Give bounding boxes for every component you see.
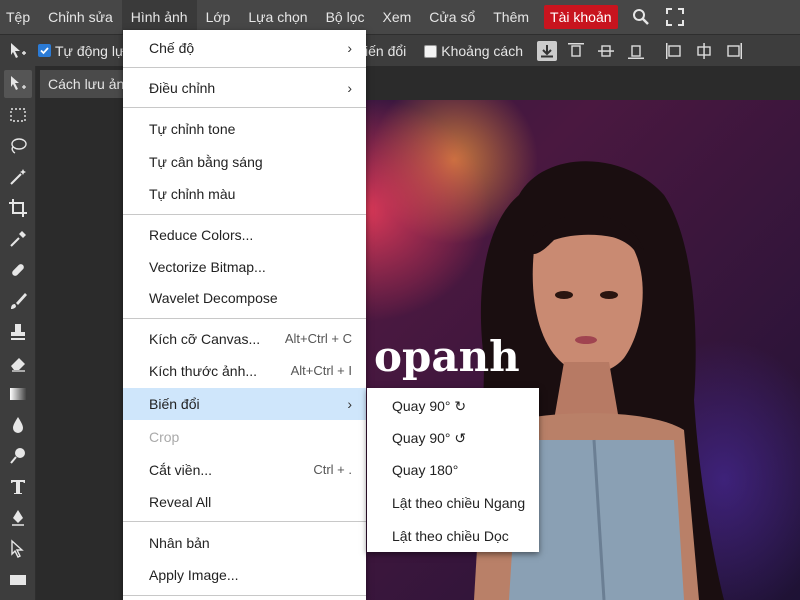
lasso-tool-icon[interactable] bbox=[4, 132, 32, 160]
distance-label: Khoảng cách bbox=[441, 43, 523, 59]
menu-item-duplicate[interactable]: Nhân bản bbox=[123, 527, 366, 559]
menu-item-shortcut: Ctrl + . bbox=[313, 462, 352, 477]
align-left-icon[interactable] bbox=[663, 40, 685, 62]
marquee-tool-icon[interactable] bbox=[4, 101, 32, 129]
menu-window[interactable]: Cửa sổ bbox=[420, 0, 484, 34]
shape-tool-icon[interactable] bbox=[4, 566, 32, 594]
menu-item-trim[interactable]: Cắt viền... Ctrl + . bbox=[123, 454, 366, 486]
menu-item-canvas-size[interactable]: Kích cỡ Canvas... Alt+Ctrl + C bbox=[123, 323, 366, 355]
healing-tool-icon[interactable] bbox=[4, 256, 32, 284]
fullscreen-icon[interactable] bbox=[664, 6, 686, 28]
menu-divider bbox=[123, 214, 366, 215]
menu-edit[interactable]: Chỉnh sửa bbox=[39, 0, 122, 34]
menu-item-apply-image[interactable]: Apply Image... bbox=[123, 559, 366, 591]
align-bottom-icon[interactable] bbox=[625, 40, 647, 62]
menu-layer[interactable]: Lớp bbox=[197, 0, 240, 34]
transform-submenu: Quay 90° ↻ Quay 90° ↺ Quay 180° Lật theo… bbox=[367, 388, 539, 552]
menu-item-auto-color[interactable]: Tự chỉnh màu bbox=[123, 178, 366, 210]
menu-divider bbox=[123, 107, 366, 108]
auto-select-label: Tự động lựa bbox=[55, 42, 133, 59]
menu-divider bbox=[123, 521, 366, 522]
menu-file[interactable]: Tệp bbox=[0, 0, 39, 34]
image-menu-dropdown: Chế độ › Điều chỉnh › Tự chỉnh tone Tự c… bbox=[123, 30, 366, 600]
menu-item-label: Reduce Colors... bbox=[149, 227, 254, 243]
pen-tool-icon[interactable] bbox=[4, 504, 32, 532]
dodge-tool-icon[interactable] bbox=[4, 442, 32, 470]
menu-item-label: Reveal All bbox=[149, 494, 212, 510]
align-right-icon[interactable] bbox=[723, 40, 745, 62]
menu-more[interactable]: Thêm bbox=[484, 0, 538, 34]
menu-item-reveal-all[interactable]: Reveal All bbox=[123, 486, 366, 518]
menu-bar: Tệp Chỉnh sửa Hình ảnh Lớp Lựa chọn Bộ l… bbox=[0, 0, 800, 34]
submenu-flip-vertical[interactable]: Lật theo chiều Dọc bbox=[367, 520, 539, 552]
menu-item-mode[interactable]: Chế độ › bbox=[123, 32, 366, 64]
menu-select[interactable]: Lựa chọn bbox=[239, 0, 316, 34]
menu-filter[interactable]: Bộ lọc bbox=[317, 0, 374, 34]
submenu-flip-horizontal[interactable]: Lật theo chiều Ngang bbox=[367, 487, 539, 519]
submenu-rotate-180[interactable]: Quay 180° bbox=[367, 454, 539, 486]
menu-item-label: Wavelet Decompose bbox=[149, 290, 278, 306]
brush-tool-icon[interactable] bbox=[4, 287, 32, 315]
chevron-right-icon: › bbox=[347, 396, 352, 412]
menu-item-auto-tone[interactable]: Tự chỉnh tone bbox=[123, 113, 366, 145]
chevron-right-icon: › bbox=[347, 80, 352, 96]
menu-divider bbox=[123, 595, 366, 596]
menu-divider bbox=[123, 67, 366, 68]
transform-controls-label: iến đổi bbox=[365, 43, 407, 59]
menu-item-label: Tự chỉnh tone bbox=[149, 121, 236, 137]
search-icon[interactable] bbox=[630, 6, 652, 28]
menu-item-label: Điều chỉnh bbox=[149, 80, 216, 96]
account-button[interactable]: Tài khoản bbox=[544, 5, 618, 29]
menu-item-adjustments[interactable]: Điều chỉnh › bbox=[123, 72, 366, 104]
menu-item-label: Kích thước ảnh... bbox=[149, 363, 258, 379]
menu-item-reduce-colors[interactable]: Reduce Colors... bbox=[123, 219, 366, 251]
menu-item-wavelet-decompose[interactable]: Wavelet Decompose bbox=[123, 282, 366, 314]
menu-item-shortcut: Alt+Ctrl + I bbox=[290, 363, 352, 378]
submenu-rotate-90-ccw[interactable]: Quay 90° ↺ bbox=[367, 422, 539, 454]
menu-item-vectorize-bitmap[interactable]: Vectorize Bitmap... bbox=[123, 251, 366, 283]
menu-view[interactable]: Xem bbox=[373, 0, 420, 34]
menu-item-label: Biến đổi bbox=[149, 396, 200, 412]
menu-item-auto-contrast[interactable]: Tự cân bằng sáng bbox=[123, 146, 366, 178]
menu-item-label: Tự chỉnh màu bbox=[149, 186, 236, 202]
menu-item-label: Apply Image... bbox=[149, 567, 239, 583]
menu-item-transform[interactable]: Biến đổi › bbox=[123, 388, 366, 420]
menu-divider bbox=[123, 318, 366, 319]
menu-item-label: Vectorize Bitmap... bbox=[149, 259, 266, 275]
align-middle-icon[interactable] bbox=[595, 40, 617, 62]
menu-item-shortcut: Alt+Ctrl + C bbox=[284, 331, 352, 346]
options-bar: Tự động lựa iến đổi Khoảng cách bbox=[0, 34, 800, 66]
gradient-tool-icon[interactable] bbox=[4, 380, 32, 408]
menu-item-label: Cắt viền... bbox=[149, 462, 213, 478]
menu-item-label: Tự cân bằng sáng bbox=[149, 154, 263, 170]
menu-item-image-size[interactable]: Kích thước ảnh... Alt+Ctrl + I bbox=[123, 355, 366, 387]
magic-wand-tool-icon[interactable] bbox=[4, 163, 32, 191]
align-top-icon[interactable] bbox=[565, 40, 587, 62]
tool-panel bbox=[0, 66, 36, 600]
download-icon[interactable] bbox=[537, 41, 557, 61]
text-tool-icon[interactable] bbox=[4, 473, 32, 501]
chevron-right-icon: › bbox=[347, 40, 352, 56]
menu-item-label: Chế độ bbox=[149, 40, 195, 56]
align-center-icon[interactable] bbox=[693, 40, 715, 62]
submenu-rotate-90-cw[interactable]: Quay 90° ↻ bbox=[367, 390, 539, 422]
menu-item-label: Nhân bản bbox=[149, 535, 210, 551]
eraser-tool-icon[interactable] bbox=[4, 349, 32, 377]
blur-tool-icon[interactable] bbox=[4, 411, 32, 439]
eyedropper-tool-icon[interactable] bbox=[4, 225, 32, 253]
move-tool-icon[interactable] bbox=[4, 70, 32, 98]
auto-select-checkbox[interactable] bbox=[38, 44, 51, 57]
menu-image[interactable]: Hình ảnh bbox=[121, 0, 197, 34]
stamp-tool-icon[interactable] bbox=[4, 318, 32, 346]
menu-item-label: Crop bbox=[149, 429, 180, 445]
menu-item-label: Kích cỡ Canvas... bbox=[149, 331, 261, 347]
crop-tool-icon[interactable] bbox=[4, 194, 32, 222]
menu-item-crop: Crop bbox=[123, 421, 366, 453]
canvas-overlay-text: opanh bbox=[374, 332, 520, 381]
move-tool-icon bbox=[6, 40, 28, 62]
options-right-group: iến đổi Khoảng cách bbox=[365, 35, 745, 67]
distance-checkbox[interactable] bbox=[424, 44, 438, 58]
path-select-tool-icon[interactable] bbox=[4, 535, 32, 563]
